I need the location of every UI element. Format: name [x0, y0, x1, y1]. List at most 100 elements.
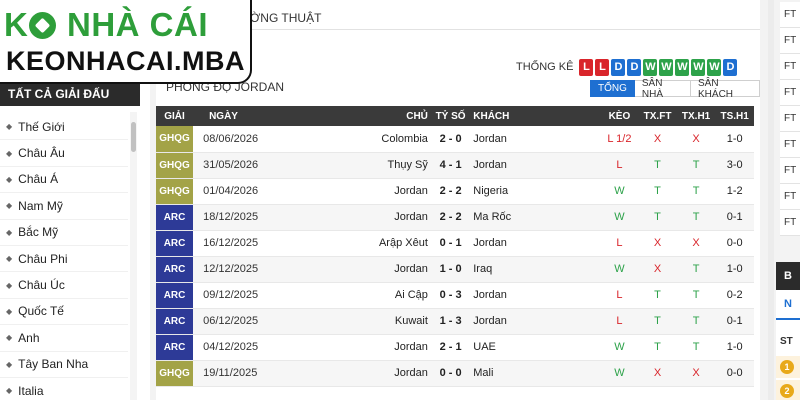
- league-badge: GHQG: [156, 360, 194, 387]
- form-result-badge: L: [595, 58, 610, 76]
- sidebar-item[interactable]: ◆ Anh: [0, 325, 128, 352]
- sidebar-item[interactable]: ◆ Bắc Mỹ: [0, 220, 128, 246]
- right-tab[interactable]: N: [776, 298, 792, 310]
- sidebar-item[interactable]: ◆ Italia: [0, 378, 128, 400]
- filter-tab[interactable]: TỔNG: [590, 80, 635, 97]
- ft-cell: FT: [780, 210, 800, 236]
- match-date: 12/12/2025: [193, 256, 272, 283]
- sidebar-item-label: Tây Ban Nha: [18, 357, 89, 372]
- table-row[interactable]: GHQG 31/05/2026 Thụy Sỹ 4 - 1 Jordan L T T 3-0: [156, 152, 754, 179]
- table-row[interactable]: GHQG 08/06/2026 Colombia 2 - 0 Jordan L 1/2 X X…: [156, 126, 754, 153]
- over-under-ft: T: [638, 282, 677, 309]
- form-result-badge: W: [707, 58, 722, 76]
- home-team: Ai Cập: [271, 282, 434, 309]
- sidebar-item[interactable]: ◆ Thế Giới: [0, 114, 128, 141]
- filter-tab[interactable]: SÂN NHÀ: [634, 78, 692, 100]
- bullet-icon: ◆: [6, 201, 13, 211]
- match-date: 04/12/2025: [193, 334, 272, 361]
- halftime-score: 1-2: [715, 178, 754, 205]
- sidebar-item-label: Châu Á: [18, 172, 59, 187]
- scrollbar-thumb[interactable]: [131, 122, 136, 152]
- halftime-score: 0-0: [715, 230, 754, 257]
- col-txh1: TX.H1: [676, 106, 716, 126]
- handicap-result: W: [600, 360, 639, 387]
- table-row[interactable]: ARC 16/12/2025 Arập Xêut 0 - 1 Jordan L X X 0-0: [156, 230, 754, 257]
- away-team: Iraq: [467, 256, 601, 283]
- sidebar-item[interactable]: ◆ Tây Ban Nha: [0, 352, 128, 378]
- home-team: Colombia: [271, 126, 434, 153]
- halftime-score: 0-2: [715, 282, 754, 309]
- over-under-h1: X: [676, 230, 716, 257]
- away-team: Ma Rốc: [467, 204, 601, 231]
- table-row[interactable]: GHQG 01/04/2026 Jordan 2 - 2 Nigeria W T T 1-2: [156, 178, 754, 205]
- handicap-result: W: [600, 178, 639, 205]
- match-score: 0 - 3: [433, 282, 468, 309]
- page-scrollbar[interactable]: [768, 0, 774, 400]
- site-logo[interactable]: K NHÀ CÁI KEONHACAI.MBA: [0, 0, 252, 84]
- match-score: 2 - 0: [433, 126, 468, 153]
- right-panel: FT FT FT FT FT FT FT FT FT B N ST 12: [766, 0, 800, 400]
- bullet-icon: ◆: [6, 227, 13, 237]
- handicap-result: L: [600, 152, 639, 179]
- handicap-result: L: [600, 230, 639, 257]
- match-date: 18/12/2025: [193, 204, 272, 231]
- over-under-ft: X: [638, 126, 677, 153]
- table-row[interactable]: GHQG 19/11/2025 Jordan 0 - 0 Mali W X X 0-0: [156, 360, 754, 387]
- home-team: Jordan: [271, 178, 434, 205]
- table-row[interactable]: ARC 12/12/2025 Jordan 1 - 0 Iraq W X T 1-0: [156, 256, 754, 283]
- col-away: KHÁCH: [467, 106, 601, 126]
- sidebar-scrollbar[interactable]: [130, 112, 137, 400]
- sidebar-item-label: Quốc Tế: [18, 304, 64, 319]
- sidebar-item-label: Anh: [18, 330, 40, 345]
- tab-live-commentary[interactable]: ỜNG THUẬT: [250, 11, 321, 25]
- sidebar-item[interactable]: ◆ Châu Úc: [0, 272, 128, 299]
- handicap-result: W: [600, 256, 639, 283]
- over-under-h1: T: [676, 152, 716, 179]
- bullet-icon: ◆: [6, 122, 13, 132]
- over-under-ft: T: [638, 308, 677, 335]
- bullet-icon: ◆: [6, 174, 13, 184]
- sidebar-item[interactable]: ◆ Châu Phi: [0, 246, 128, 273]
- sidebar-item-label: Châu Úc: [18, 278, 65, 293]
- handicap-result: L: [600, 308, 639, 335]
- col-keo: KÈO: [600, 106, 639, 126]
- home-team: Kuwait: [271, 308, 434, 335]
- filter-tab[interactable]: SÂN KHÁCH: [691, 78, 760, 100]
- over-under-h1: X: [676, 360, 716, 387]
- ft-cell: FT: [780, 28, 800, 54]
- home-team: Jordan: [271, 334, 434, 361]
- sidebar-item[interactable]: ◆ Châu Âu: [0, 140, 128, 167]
- rank-star-icon: 2: [780, 384, 794, 398]
- table-row[interactable]: ARC 18/12/2025 Jordan 2 - 2 Ma Rốc W T T 0-1: [156, 204, 754, 231]
- league-badge: ARC: [156, 256, 194, 283]
- form-result-badge: D: [627, 58, 642, 76]
- table-row[interactable]: ARC 04/12/2025 Jordan 2 - 1 UAE W T T 1-0: [156, 334, 754, 361]
- sidebar-item-label: Châu Âu: [18, 146, 65, 161]
- form-stats-row: THỐNG KÊ LLDDWWWWWD: [516, 58, 739, 76]
- page-root: TẤT CẢ GIẢI ĐẤU ◆ Thế Giới ◆ Châu Âu ◆ Châu Á…: [0, 0, 800, 400]
- halftime-score: 3-0: [715, 152, 754, 179]
- over-under-h1: T: [676, 256, 716, 283]
- halftime-score: 0-0: [715, 360, 754, 387]
- over-under-h1: T: [676, 308, 716, 335]
- ft-cell: FT: [780, 184, 800, 210]
- sidebar-item[interactable]: ◆ Châu Á: [0, 167, 128, 194]
- table-row[interactable]: ARC 09/12/2025 Ai Cập 0 - 3 Jordan L T T 0-2: [156, 282, 754, 309]
- sidebar-item[interactable]: ◆ Quốc Tế: [0, 299, 128, 326]
- over-under-ft: T: [638, 334, 677, 361]
- table-row[interactable]: ARC 06/12/2025 Kuwait 1 - 3 Jordan L T T 0-1: [156, 308, 754, 335]
- logo-line-2: KEONHACAI.MBA: [6, 46, 245, 76]
- bullet-icon: ◆: [6, 254, 13, 264]
- halftime-score: 1-0: [715, 256, 754, 283]
- form-result-badge: W: [659, 58, 674, 76]
- sidebar-item[interactable]: ◆ Nam Mỹ: [0, 193, 128, 220]
- over-under-ft: X: [638, 360, 677, 387]
- form-result-badge: D: [723, 58, 738, 76]
- match-score: 2 - 2: [433, 178, 468, 205]
- match-score: 0 - 1: [433, 230, 468, 257]
- match-date: 19/11/2025: [193, 360, 272, 387]
- ft-cell: FT: [780, 132, 800, 158]
- sidebar-item-label: Bắc Mỹ: [18, 225, 59, 240]
- over-under-h1: X: [676, 126, 716, 153]
- league-badge: GHQG: [156, 178, 194, 205]
